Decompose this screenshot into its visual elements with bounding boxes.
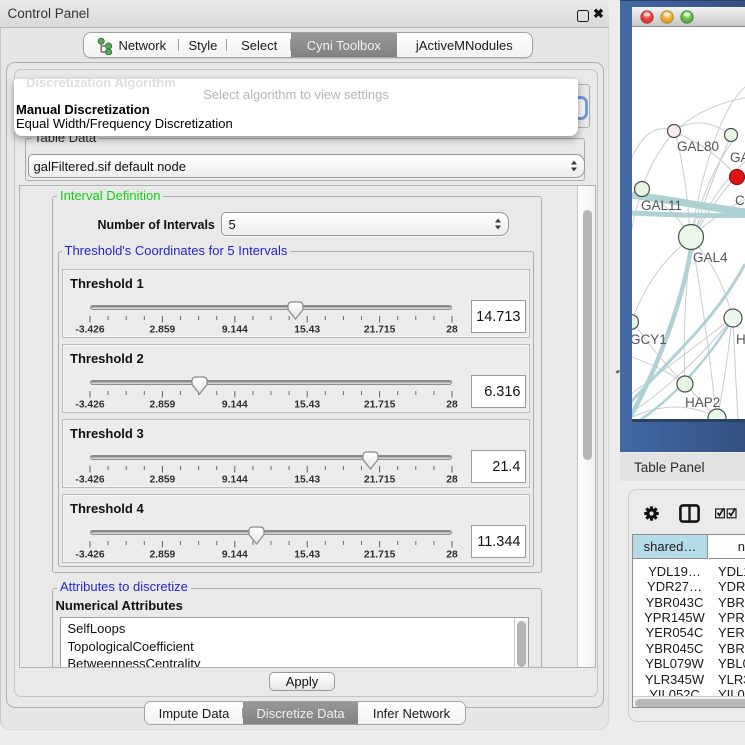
svg-text:H: H [736, 332, 745, 347]
svg-text:21.715: 21.715 [363, 324, 395, 335]
svg-text:9.144: 9.144 [221, 324, 247, 335]
svg-text:HAP2: HAP2 [685, 395, 720, 410]
svg-text:GAL11: GAL11 [641, 198, 682, 213]
svg-text:-3.426: -3.426 [75, 324, 104, 335]
svg-text:GAL4: GAL4 [693, 250, 728, 265]
svg-text:GCY1: GCY1 [632, 332, 667, 347]
svg-text:15.43: 15.43 [294, 324, 320, 335]
svg-text:GAL80: GAL80 [677, 139, 719, 154]
svg-text:GA: GA [730, 150, 745, 165]
svg-text:C: C [735, 193, 745, 208]
svg-text:28: 28 [446, 324, 458, 335]
svg-text:2.859: 2.859 [149, 324, 175, 335]
